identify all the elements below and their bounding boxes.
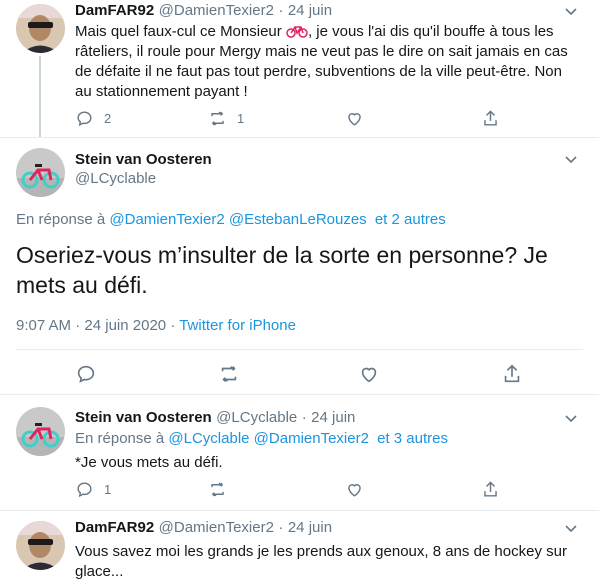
tweet-focused[interactable]: Stein van Oosteren @LCyclable En réponse… [0,138,599,395]
reply-icon[interactable] [75,363,97,385]
retweet-button[interactable] [208,480,227,499]
like-button[interactable] [345,109,364,128]
tweet-text: Vous savez moi les grands je les prends … [75,543,567,580]
divider [16,349,583,350]
author-name[interactable]: Stein van Oosteren [75,151,212,168]
avatar[interactable] [16,148,65,197]
share-icon[interactable] [501,363,523,385]
reply-icon [77,482,92,498]
mention-link[interactable]: @DamienTexier2 [109,211,224,228]
heart-icon [348,113,361,126]
chevron-down-icon[interactable] [565,415,577,423]
tweet-date[interactable]: 24 juin [288,519,332,536]
mention-link[interactable]: @DamienTexier2 [254,430,369,447]
reply-context: En réponse à @DamienTexier2 @EstebanLeRo… [16,211,446,228]
tweet-reply-lcyclable[interactable]: Stein van Oosteren @LCyclable · 24 juin … [0,395,599,511]
author-name[interactable]: DamFAR92 [75,2,154,19]
author-name[interactable]: DamFAR92 [75,519,154,536]
like-button[interactable] [345,480,364,499]
retweet-icon[interactable] [218,363,240,385]
share-button[interactable] [481,109,500,128]
heart-icon [348,484,361,497]
reply-button[interactable]: 2 [75,109,111,128]
separator: · [301,409,307,426]
reply-count: 2 [104,111,112,126]
author-handle[interactable]: @DamienTexier2 [159,2,274,19]
chevron-down-icon[interactable] [565,8,577,16]
thread-line [39,56,41,137]
avatar[interactable] [16,407,65,456]
separator: · [75,317,81,334]
retweet-count: 1 [237,111,245,126]
mention-link[interactable]: @EstebanLeRouzes [229,211,367,228]
author-name[interactable]: Stein van Oosteren [75,409,212,426]
source-link[interactable]: Twitter for iPhone [179,317,296,334]
retweet-icon [211,482,224,497]
author-handle[interactable]: @LCyclable [216,409,297,426]
tweet-date[interactable]: 24 juin [311,409,355,426]
mention-link[interactable]: @LCyclable [168,430,249,447]
tweet-meta: 9:07 AM · 24 juin 2020 · Twitter for iPh… [16,317,296,334]
separator: · [278,2,284,19]
others-link[interactable]: et 2 autres [375,211,446,228]
reply-context: En réponse à @LCyclable @DamienTexier2 e… [75,430,449,447]
reply-button[interactable]: 1 [75,480,111,499]
tweet-damfar92-2[interactable]: DamFAR92 @DamienTexier2 · 24 juin Vous s… [0,511,599,583]
avatar[interactable] [16,4,65,53]
share-button[interactable] [481,480,500,499]
tweet-full-date[interactable]: 24 juin 2020 [84,317,166,334]
reply-count: 1 [104,482,112,497]
tweet-date[interactable]: 24 juin [288,2,332,19]
tweet-text: *Je vous mets au défi. [75,454,223,471]
others-link[interactable]: et 3 autres [377,430,448,447]
retweet-icon [211,111,224,126]
retweet-button[interactable]: 1 [208,109,244,128]
separator: · [278,519,284,536]
author-handle[interactable]: @DamienTexier2 [159,519,274,536]
chevron-down-icon[interactable] [565,525,577,533]
bicycle-icon [286,26,308,38]
separator: · [170,317,176,334]
tweet-time[interactable]: 9:07 AM [16,317,71,334]
tweet-damfar92-1[interactable]: DamFAR92 @DamienTexier2 · 24 juin Mais q… [0,0,599,138]
avatar[interactable] [16,521,65,570]
reply-icon [77,111,92,127]
heart-icon[interactable] [358,363,380,385]
share-icon [484,110,497,126]
chevron-down-icon[interactable] [565,156,577,164]
author-handle[interactable]: @LCyclable [75,170,212,187]
tweet-text: Mais quel faux-cul ce Monsieur , je vous… [75,23,568,100]
share-icon [484,481,497,497]
tweet-text: Oseriez-vous m’insulter de la sorte en p… [16,242,548,298]
